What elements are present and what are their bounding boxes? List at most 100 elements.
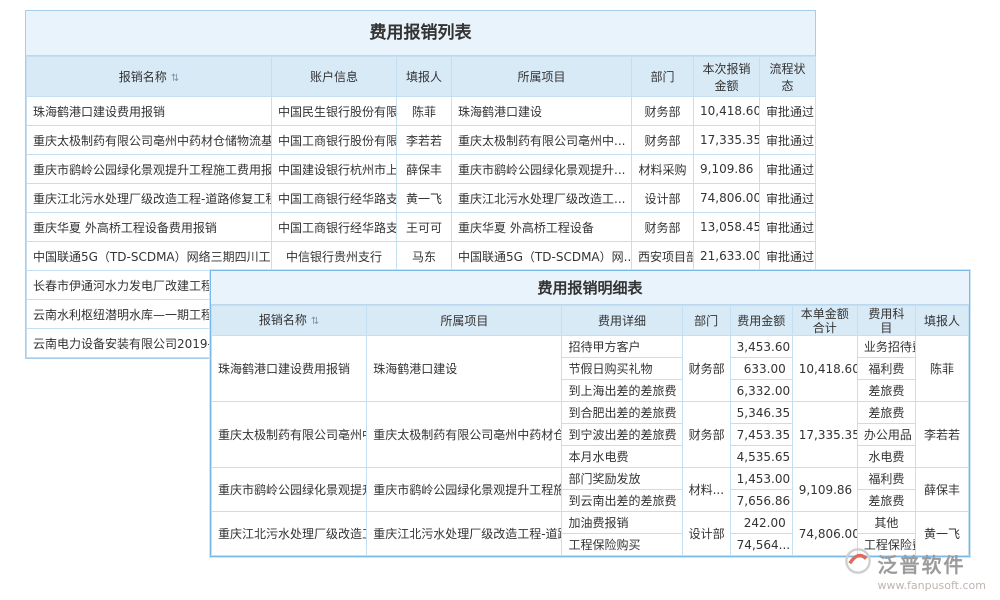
- cell-category: 差旅费: [857, 402, 915, 424]
- brand-url: www.fanpusoft.com: [878, 579, 986, 592]
- cell-amount: 74,806.00: [694, 184, 760, 213]
- col-header-person: 填报人: [915, 306, 968, 336]
- table-row: 重庆市鹞岭公园绿化景观提升工程 重庆市鹞岭公园绿化景观提升工程施工 部门奖励发放…: [212, 468, 969, 490]
- list-header-row: 报销名称⇅ 账户信息 填报人 所属项目 部门 本次报销金额 流程状态: [27, 57, 816, 97]
- sort-icon[interactable]: ⇅: [171, 73, 179, 84]
- cell-expense-name[interactable]: 重庆华夏 外高桥工程设备费用报销: [27, 213, 272, 242]
- table-row: 重庆太极制药有限公司亳州中药材 重庆太极制药有限公司亳州中药材仓储物流 到合肥出…: [212, 402, 969, 424]
- cell-person[interactable]: 马东: [397, 242, 452, 271]
- brand-watermark: 泛普软件 www.fanpusoft.com: [844, 547, 986, 592]
- expense-detail-table: 报销名称⇅ 所属项目 费用详细 部门 费用金额 本单金额合计 费用科目 填报人 …: [211, 305, 969, 556]
- cell-detail: 到云南出差的差旅费: [562, 490, 682, 512]
- cell-category: 差旅费: [857, 490, 915, 512]
- cell-account: 中国工商银行经华路支行: [272, 184, 397, 213]
- cell-project[interactable]: 中国联通5G（TD-SCDMA）网...: [452, 242, 632, 271]
- cell-amount: 17,335.35: [694, 126, 760, 155]
- cell-project[interactable]: 重庆太极制药有限公司亳州中药材仓储物流: [367, 402, 562, 468]
- col-header-amount: 本次报销金额: [694, 57, 760, 97]
- cell-amount: 21,633.00: [694, 242, 760, 271]
- cell-person[interactable]: 薛保丰: [915, 468, 968, 512]
- cell-person[interactable]: 陈菲: [915, 336, 968, 402]
- cell-dept: 设计部: [632, 184, 694, 213]
- col-header-project: 所属项目: [452, 57, 632, 97]
- cell-project[interactable]: 珠海鹤港口建设: [367, 336, 562, 402]
- cell-project[interactable]: 重庆市鹞岭公园绿化景观提升工程施工: [367, 468, 562, 512]
- cell-expense-name[interactable]: 重庆市鹞岭公园绿化景观提升工程: [212, 468, 367, 512]
- table-row: 重庆华夏 外高桥工程设备费用报销 中国工商银行经华路支行 王可可 重庆华夏 外高…: [27, 213, 816, 242]
- col-header-name[interactable]: 报销名称⇅: [27, 57, 272, 97]
- cell-person[interactable]: 李若若: [915, 402, 968, 468]
- cell-expense-name[interactable]: 重庆江北污水处理厂级改造工程-道路修复工程费用...: [27, 184, 272, 213]
- cell-project[interactable]: 珠海鹤港口建设: [452, 97, 632, 126]
- table-row: 重庆太极制药有限公司亳州中药材仓储物流基地项... 中国工商银行股份有限 李若若…: [27, 126, 816, 155]
- cell-amount: 1,453.00: [730, 468, 792, 490]
- col-header-name-label: 报销名称: [259, 313, 307, 327]
- cell-status[interactable]: 审批通过: [760, 242, 816, 271]
- cell-project[interactable]: 重庆太极制药有限公司亳州中...: [452, 126, 632, 155]
- cell-status[interactable]: 审批通过: [760, 213, 816, 242]
- page: 费用报销列表 报销名称⇅ 账户信息 填报人 所属项目 部门 本次报销金额 流程状…: [0, 0, 1000, 600]
- cell-account: 中国建设银行杭州市上...: [272, 155, 397, 184]
- cell-dept: 财务部: [682, 336, 730, 402]
- cell-category: 办公用品: [857, 424, 915, 446]
- cell-category: 水电费: [857, 446, 915, 468]
- cell-dept: 财务部: [632, 213, 694, 242]
- cell-amount: 9,109.86: [694, 155, 760, 184]
- cell-category: 差旅费: [857, 380, 915, 402]
- cell-expense-name[interactable]: 珠海鹤港口建设费用报销: [27, 97, 272, 126]
- cell-detail: 到上海出差的差旅费: [562, 380, 682, 402]
- table-row: 重庆江北污水处理厂级改造工程-道路修复工程费用... 中国工商银行经华路支行 黄…: [27, 184, 816, 213]
- cell-status[interactable]: 审批通过: [760, 126, 816, 155]
- sort-icon[interactable]: ⇅: [311, 316, 319, 327]
- cell-person[interactable]: 薛保丰: [397, 155, 452, 184]
- table-row: 重庆市鹞岭公园绿化景观提升工程施工费用报销 中国建设银行杭州市上... 薛保丰 …: [27, 155, 816, 184]
- brand-name: 泛普软件: [878, 549, 966, 578]
- col-header-name[interactable]: 报销名称 ⇅: [212, 306, 367, 336]
- col-header-dept: 部门: [682, 306, 730, 336]
- cell-expense-name[interactable]: 珠海鹤港口建设费用报销: [212, 336, 367, 402]
- cell-detail: 到宁波出差的差旅费: [562, 424, 682, 446]
- cell-status[interactable]: 审批通过: [760, 97, 816, 126]
- col-header-total: 本单金额合计: [792, 306, 857, 336]
- cell-project[interactable]: 重庆江北污水处理厂级改造工...: [452, 184, 632, 213]
- cell-detail: 加油费报销: [562, 512, 682, 534]
- table-row: 珠海鹤港口建设费用报销 中国民生银行股份有限... 陈菲 珠海鹤港口建设 财务部…: [27, 97, 816, 126]
- detail-panel-title: 费用报销明细表: [211, 271, 969, 305]
- cell-expense-name[interactable]: 中国联通5G（TD-SCDMA）网络三期四川工程费...: [27, 242, 272, 271]
- cell-dept: 财务部: [682, 402, 730, 468]
- cell-person[interactable]: 王可可: [397, 213, 452, 242]
- cell-person[interactable]: 陈菲: [397, 97, 452, 126]
- cell-detail: 本月水电费: [562, 446, 682, 468]
- cell-amount: 13,058.45: [694, 213, 760, 242]
- cell-expense-name[interactable]: 重庆市鹞岭公园绿化景观提升工程施工费用报销: [27, 155, 272, 184]
- cell-amount: 3,453.60: [730, 336, 792, 358]
- col-header-person: 填报人: [397, 57, 452, 97]
- detail-header-row: 报销名称⇅ 所属项目 费用详细 部门 费用金额 本单金额合计 费用科目 填报人: [212, 306, 969, 336]
- cell-account: 中信银行贵州支行: [272, 242, 397, 271]
- cell-category: 福利费: [857, 358, 915, 380]
- cell-dept: 西安项目部: [632, 242, 694, 271]
- cell-status[interactable]: 审批通过: [760, 184, 816, 213]
- cell-project[interactable]: 重庆江北污水处理厂级改造工程-道路修复工: [367, 512, 562, 556]
- list-panel-title: 费用报销列表: [26, 11, 815, 56]
- cell-person[interactable]: 黄一飞: [397, 184, 452, 213]
- cell-expense-name[interactable]: 重庆太极制药有限公司亳州中药材仓储物流基地项...: [27, 126, 272, 155]
- table-row: 重庆江北污水处理厂级改造工程- 重庆江北污水处理厂级改造工程-道路修复工 加油费…: [212, 512, 969, 534]
- table-row: 珠海鹤港口建设费用报销 珠海鹤港口建设 招待甲方客户 财务部 3,453.60 …: [212, 336, 969, 358]
- col-header-category: 费用科目: [857, 306, 915, 336]
- cell-project[interactable]: 重庆华夏 外高桥工程设备: [452, 213, 632, 242]
- cell-dept: 材料采购: [632, 155, 694, 184]
- cell-detail: 招待甲方客户: [562, 336, 682, 358]
- cell-dept: 材料...: [682, 468, 730, 512]
- cell-person[interactable]: 李若若: [397, 126, 452, 155]
- cell-expense-name[interactable]: 重庆江北污水处理厂级改造工程-: [212, 512, 367, 556]
- cell-amount: 10,418.60: [694, 97, 760, 126]
- cell-expense-name[interactable]: 重庆太极制药有限公司亳州中药材: [212, 402, 367, 468]
- cell-detail: 到合肥出差的差旅费: [562, 402, 682, 424]
- cell-amount: 7,453.35: [730, 424, 792, 446]
- cell-category: 业务招待费: [857, 336, 915, 358]
- fanpu-logo-icon: [844, 547, 872, 579]
- cell-status[interactable]: 审批通过: [760, 155, 816, 184]
- cell-account: 中国民生银行股份有限...: [272, 97, 397, 126]
- cell-project[interactable]: 重庆市鹞岭公园绿化景观提升...: [452, 155, 632, 184]
